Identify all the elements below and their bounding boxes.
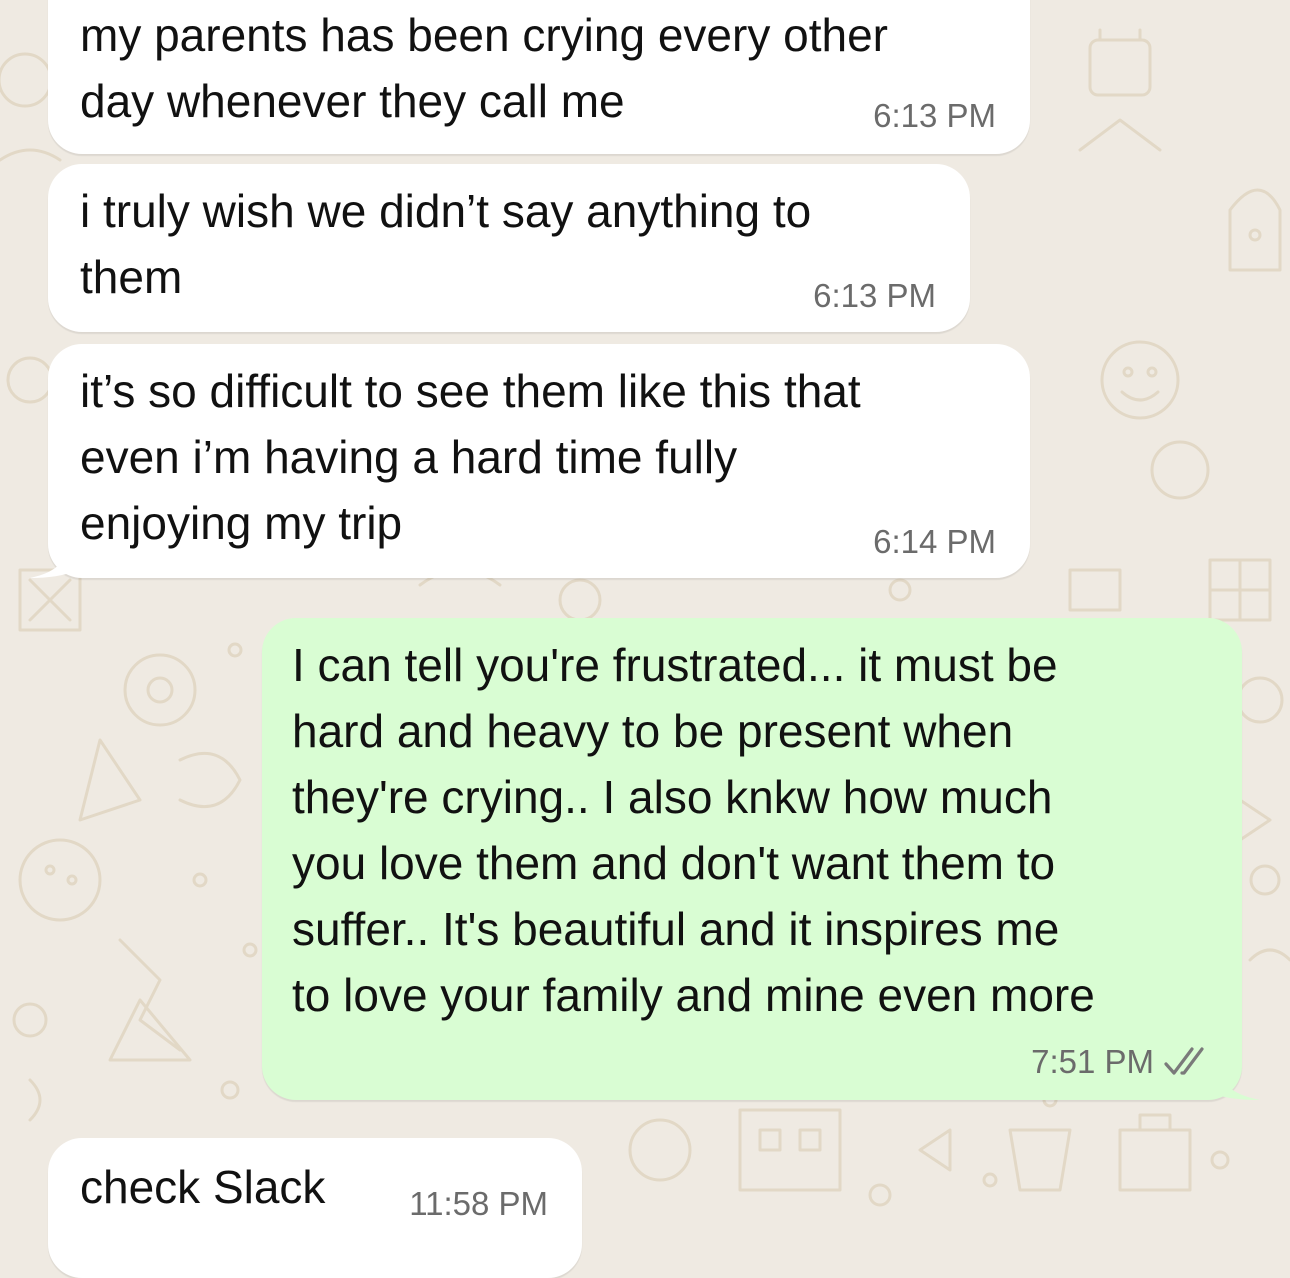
bubble-tail-incoming (30, 540, 78, 578)
message-timestamp: 6:13 PM (813, 277, 936, 314)
message-text: i truly wish we didn’t say anything to t… (80, 185, 812, 303)
message-timestamp: 7:51 PM (1031, 1043, 1154, 1080)
message-bubble-incoming[interactable]: it’s so difficult to see them like this … (48, 344, 1030, 578)
message-text: it’s so difficult to see them like this … (80, 365, 861, 549)
message-text: my parents has been crying every other d… (80, 9, 888, 127)
message-text: I can tell you're frustrated... it must … (292, 639, 1095, 1021)
message-bubble-incoming[interactable]: check Slack 11:58 PM (48, 1138, 582, 1278)
message-bubble-incoming[interactable]: i truly wish we didn’t say anything to t… (48, 164, 970, 332)
message-text: check Slack (80, 1161, 326, 1213)
double-check-icon (1164, 1047, 1204, 1075)
message-bubble-incoming[interactable]: my parents has been crying every other d… (48, 0, 1030, 154)
message-timestamp: 6:14 PM (873, 523, 996, 560)
message-bubble-outgoing[interactable]: I can tell you're frustrated... it must … (262, 618, 1242, 1100)
message-timestamp: 6:13 PM (873, 97, 996, 134)
message-timestamp: 11:58 PM (409, 1185, 548, 1222)
bubble-tail-outgoing (1208, 1060, 1260, 1100)
